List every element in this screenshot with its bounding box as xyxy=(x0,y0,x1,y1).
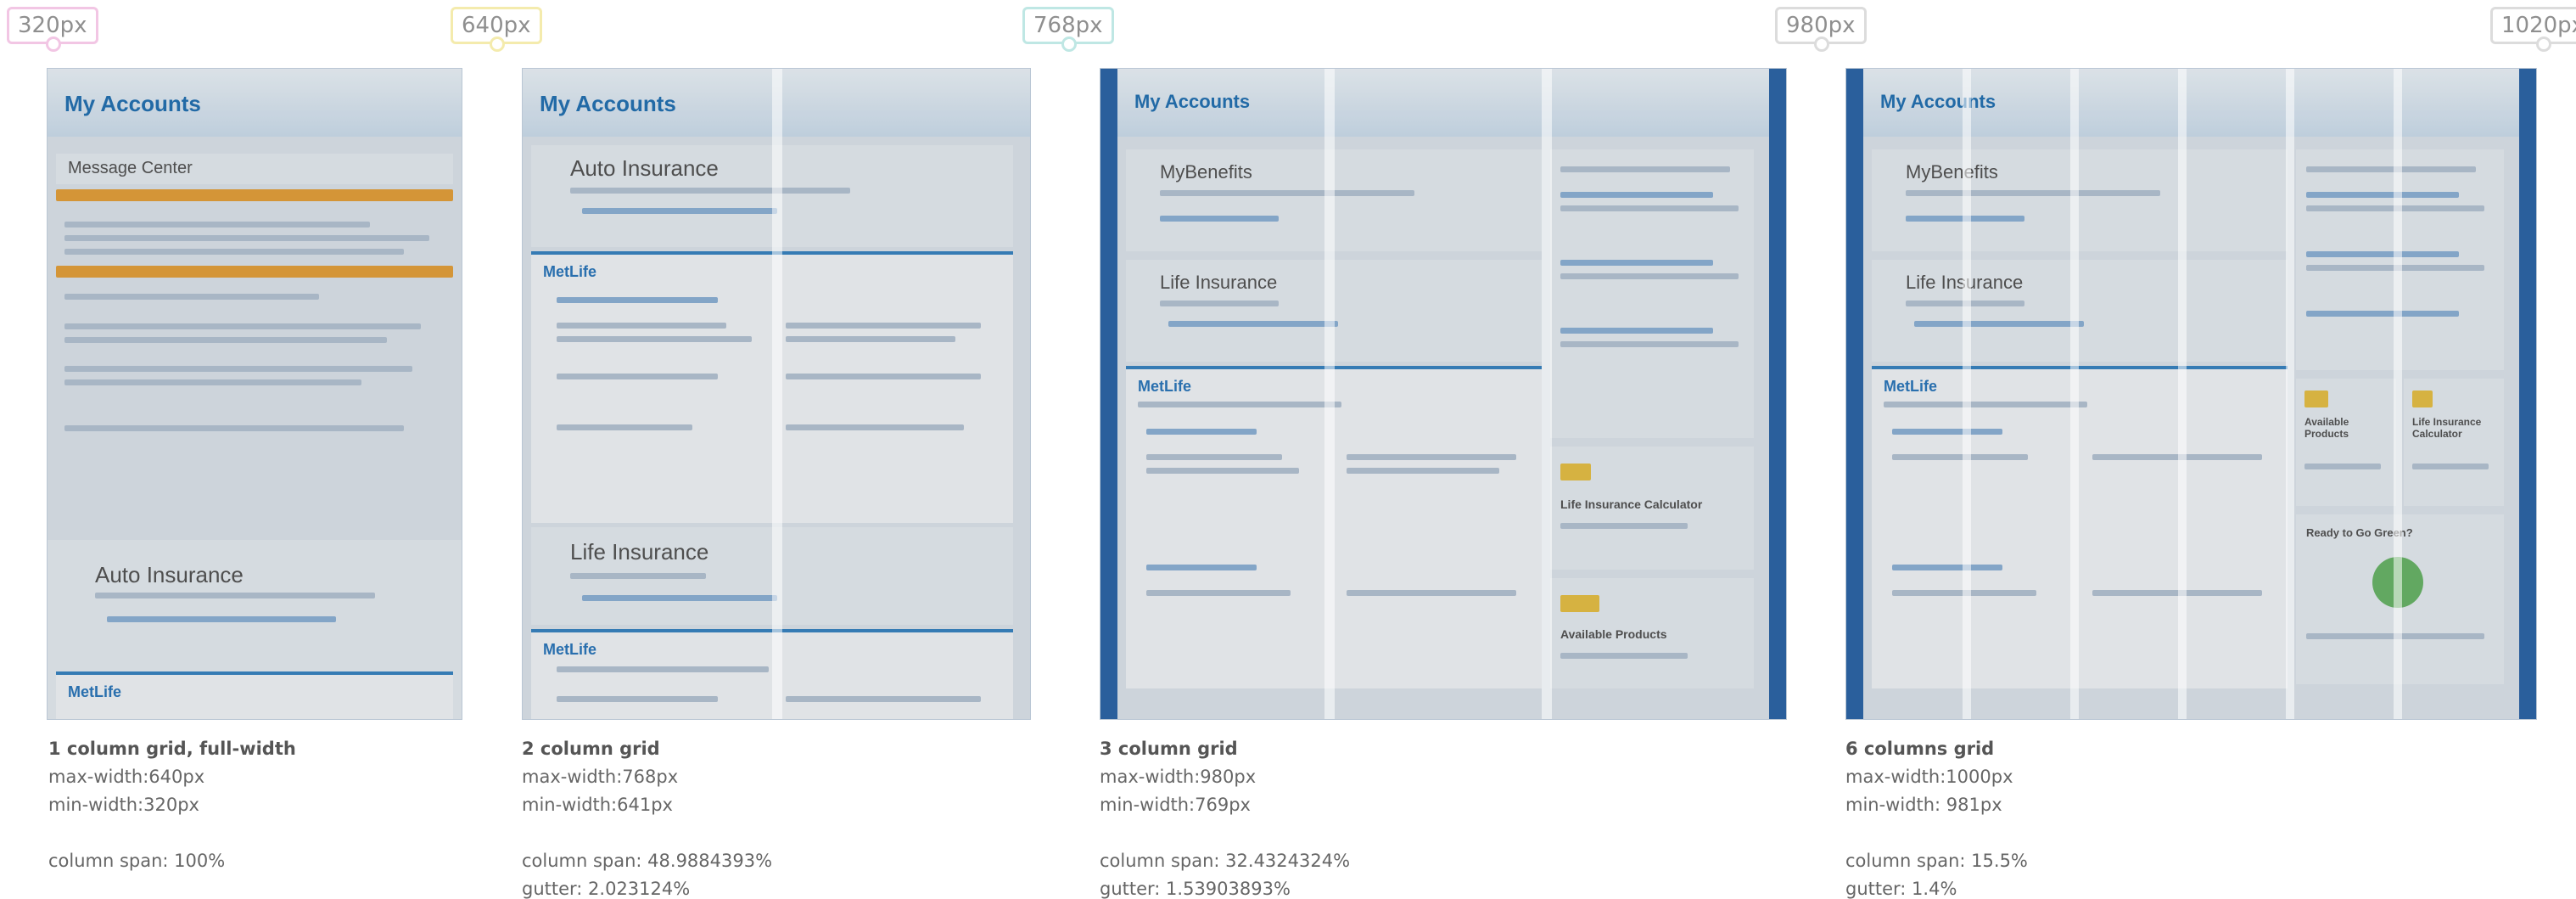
grid-gutter-overlay xyxy=(2394,69,2402,719)
grid-caption-max: max-width:640px xyxy=(48,767,205,787)
grid-gutter-overlay xyxy=(1324,69,1335,719)
breakpoint-tag-640: 640px xyxy=(451,7,542,52)
layout-preview-1-column: My Accounts Message Center Auto Insuranc… xyxy=(47,68,462,720)
grid-caption-title: 1 column grid, full-width xyxy=(48,739,296,759)
preview-page: My Accounts Auto Insurance MetLife Life … xyxy=(523,69,1030,719)
grid-caption-span: column span: 32.4324324% xyxy=(1100,851,1351,871)
grid-gutter-overlay xyxy=(1963,69,1971,719)
grid-gutter-overlay xyxy=(2286,69,2294,719)
grid-caption-max: max-width:980px xyxy=(1100,767,1257,787)
grid-caption-gutter: gutter: 1.53903893% xyxy=(1100,879,1291,899)
grid-caption-title: 2 column grid xyxy=(522,739,660,759)
grid-caption: 6 columns grid max-width:1000px min-widt… xyxy=(1845,735,2028,899)
grid-caption-span: column span: 48.9884393% xyxy=(522,851,773,871)
grid-caption-min: min-width:320px xyxy=(48,795,199,815)
grid-gutter-overlay xyxy=(1542,69,1552,719)
breakpoint-tag-768: 768px xyxy=(1022,7,1114,52)
layout-preview-2-column: My Accounts Auto Insurance MetLife Life … xyxy=(522,68,1031,720)
layout-preview-6-column: My Accounts MyBenefits Life Insurance Me… xyxy=(1845,68,2537,720)
grid-caption-title: 6 columns grid xyxy=(1845,739,1995,759)
preview-page: My Accounts MyBenefits Life Insurance Me… xyxy=(1117,69,1769,719)
grid-caption-max: max-width:1000px xyxy=(1845,767,2013,787)
breakpoint-tag-1020: 1020px xyxy=(2490,7,2576,52)
preview-page: My Accounts MyBenefits Life Insurance Me… xyxy=(1863,69,2519,719)
grid-caption-span: column span: 100% xyxy=(48,851,226,871)
grid-caption: 3 column grid max-width:980px min-width:… xyxy=(1100,735,1350,899)
grid-caption-min: min-width:641px xyxy=(522,795,673,815)
breakpoint-tag-980: 980px xyxy=(1775,7,1867,52)
breakpoint-tag-320: 320px xyxy=(7,7,98,52)
grid-gutter-overlay xyxy=(772,69,782,719)
grid-caption-title: 3 column grid xyxy=(1100,739,1238,759)
grid-caption-max: max-width:768px xyxy=(522,767,679,787)
grid-gutter-overlay xyxy=(2070,69,2079,719)
grid-gutter-overlay xyxy=(2178,69,2187,719)
grid-caption: 2 column grid max-width:768px min-width:… xyxy=(522,735,772,899)
grid-caption-gutter: gutter: 2.023124% xyxy=(522,879,691,899)
grid-caption-min: min-width:769px xyxy=(1100,795,1251,815)
grid-caption: 1 column grid, full-width max-width:640p… xyxy=(48,735,296,875)
grid-caption-min: min-width: 981px xyxy=(1845,795,2002,815)
preview-page: My Accounts Message Center Auto Insuranc… xyxy=(48,69,462,719)
grid-caption-span: column span: 15.5% xyxy=(1845,851,2028,871)
layout-preview-3-column: My Accounts MyBenefits Life Insurance Me… xyxy=(1100,68,1787,720)
grid-caption-gutter: gutter: 1.4% xyxy=(1845,879,1957,899)
